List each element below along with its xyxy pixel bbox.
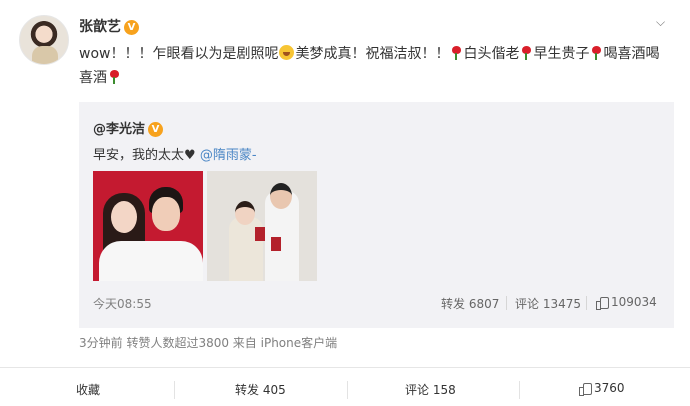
collect-button[interactable]: 收藏: [76, 381, 100, 398]
user-avatar[interactable]: [19, 15, 69, 65]
repost-photo-2[interactable]: [207, 171, 317, 281]
divider: [519, 381, 520, 399]
rose-emoji-icon: [109, 70, 119, 84]
comment-button[interactable]: 评论 158: [405, 381, 456, 398]
verified-badge-icon: V: [124, 20, 139, 35]
divider: [347, 381, 348, 399]
post-text-part1: wow！！！乍眼看以为是剧照呢: [79, 46, 279, 62]
forward-button[interactable]: 转发 405: [235, 381, 286, 398]
thumbs-up-icon: [596, 296, 609, 310]
repost-username[interactable]: @李光洁 V: [93, 118, 164, 137]
thumbs-up-icon: [579, 382, 592, 396]
repost-like-link[interactable]: 109034: [596, 295, 657, 310]
divider: [506, 296, 507, 310]
repost-comment-link[interactable]: 评论 13475: [515, 295, 581, 312]
like-count: 3760: [594, 381, 625, 395]
rose-emoji-icon: [521, 46, 532, 60]
post-text-part2: 美梦成真！祝福洁叔！！: [295, 46, 450, 62]
rose-emoji-icon: [591, 46, 602, 60]
repost-forward-link[interactable]: 转发 6807: [441, 295, 499, 312]
post-text-part3: 白头偕老: [463, 46, 520, 62]
divider: [174, 381, 175, 399]
post-meta: 3分钟前 转赞人数超过3800 来自 iPhone客户端: [79, 336, 338, 350]
repost-time[interactable]: 今天08:55: [93, 295, 152, 312]
like-button[interactable]: 3760: [579, 381, 625, 396]
post-text: wow！！！乍眼看以为是剧照呢 美梦成真！祝福洁叔！！ 白头偕老 早生贵子 喝喜酒喝喜酒: [79, 42, 669, 90]
verified-badge-icon: V: [148, 122, 164, 137]
repost-username-text[interactable]: @李光洁: [93, 122, 145, 137]
post-username-text[interactable]: 张歆艺: [79, 19, 121, 35]
action-bar: 收藏 转发 405 评论 158 3760: [0, 367, 690, 406]
laughing-emoji-icon: [279, 45, 295, 60]
repost-card: @李光洁 V 早安，我的太太♥ @隋雨蒙- 今天08:55 转发 6807 评论 …: [79, 102, 674, 328]
repost-text: 早安，我的太太♥ @隋雨蒙-: [93, 144, 257, 163]
chevron-down-icon[interactable]: ⌵: [656, 15, 665, 30]
mention-link[interactable]: @隋雨蒙-: [200, 148, 257, 163]
post-text-part4: 早生贵子: [533, 46, 590, 62]
repost-photo-1[interactable]: [93, 171, 203, 281]
repost-like-count: 109034: [611, 295, 657, 309]
post-username[interactable]: 张歆艺 V: [79, 16, 139, 36]
repost-text-body: 早安，我的太太: [93, 148, 185, 163]
heart-symbol: ♥: [184, 148, 196, 163]
divider: [586, 296, 587, 310]
rose-emoji-icon: [451, 46, 462, 60]
